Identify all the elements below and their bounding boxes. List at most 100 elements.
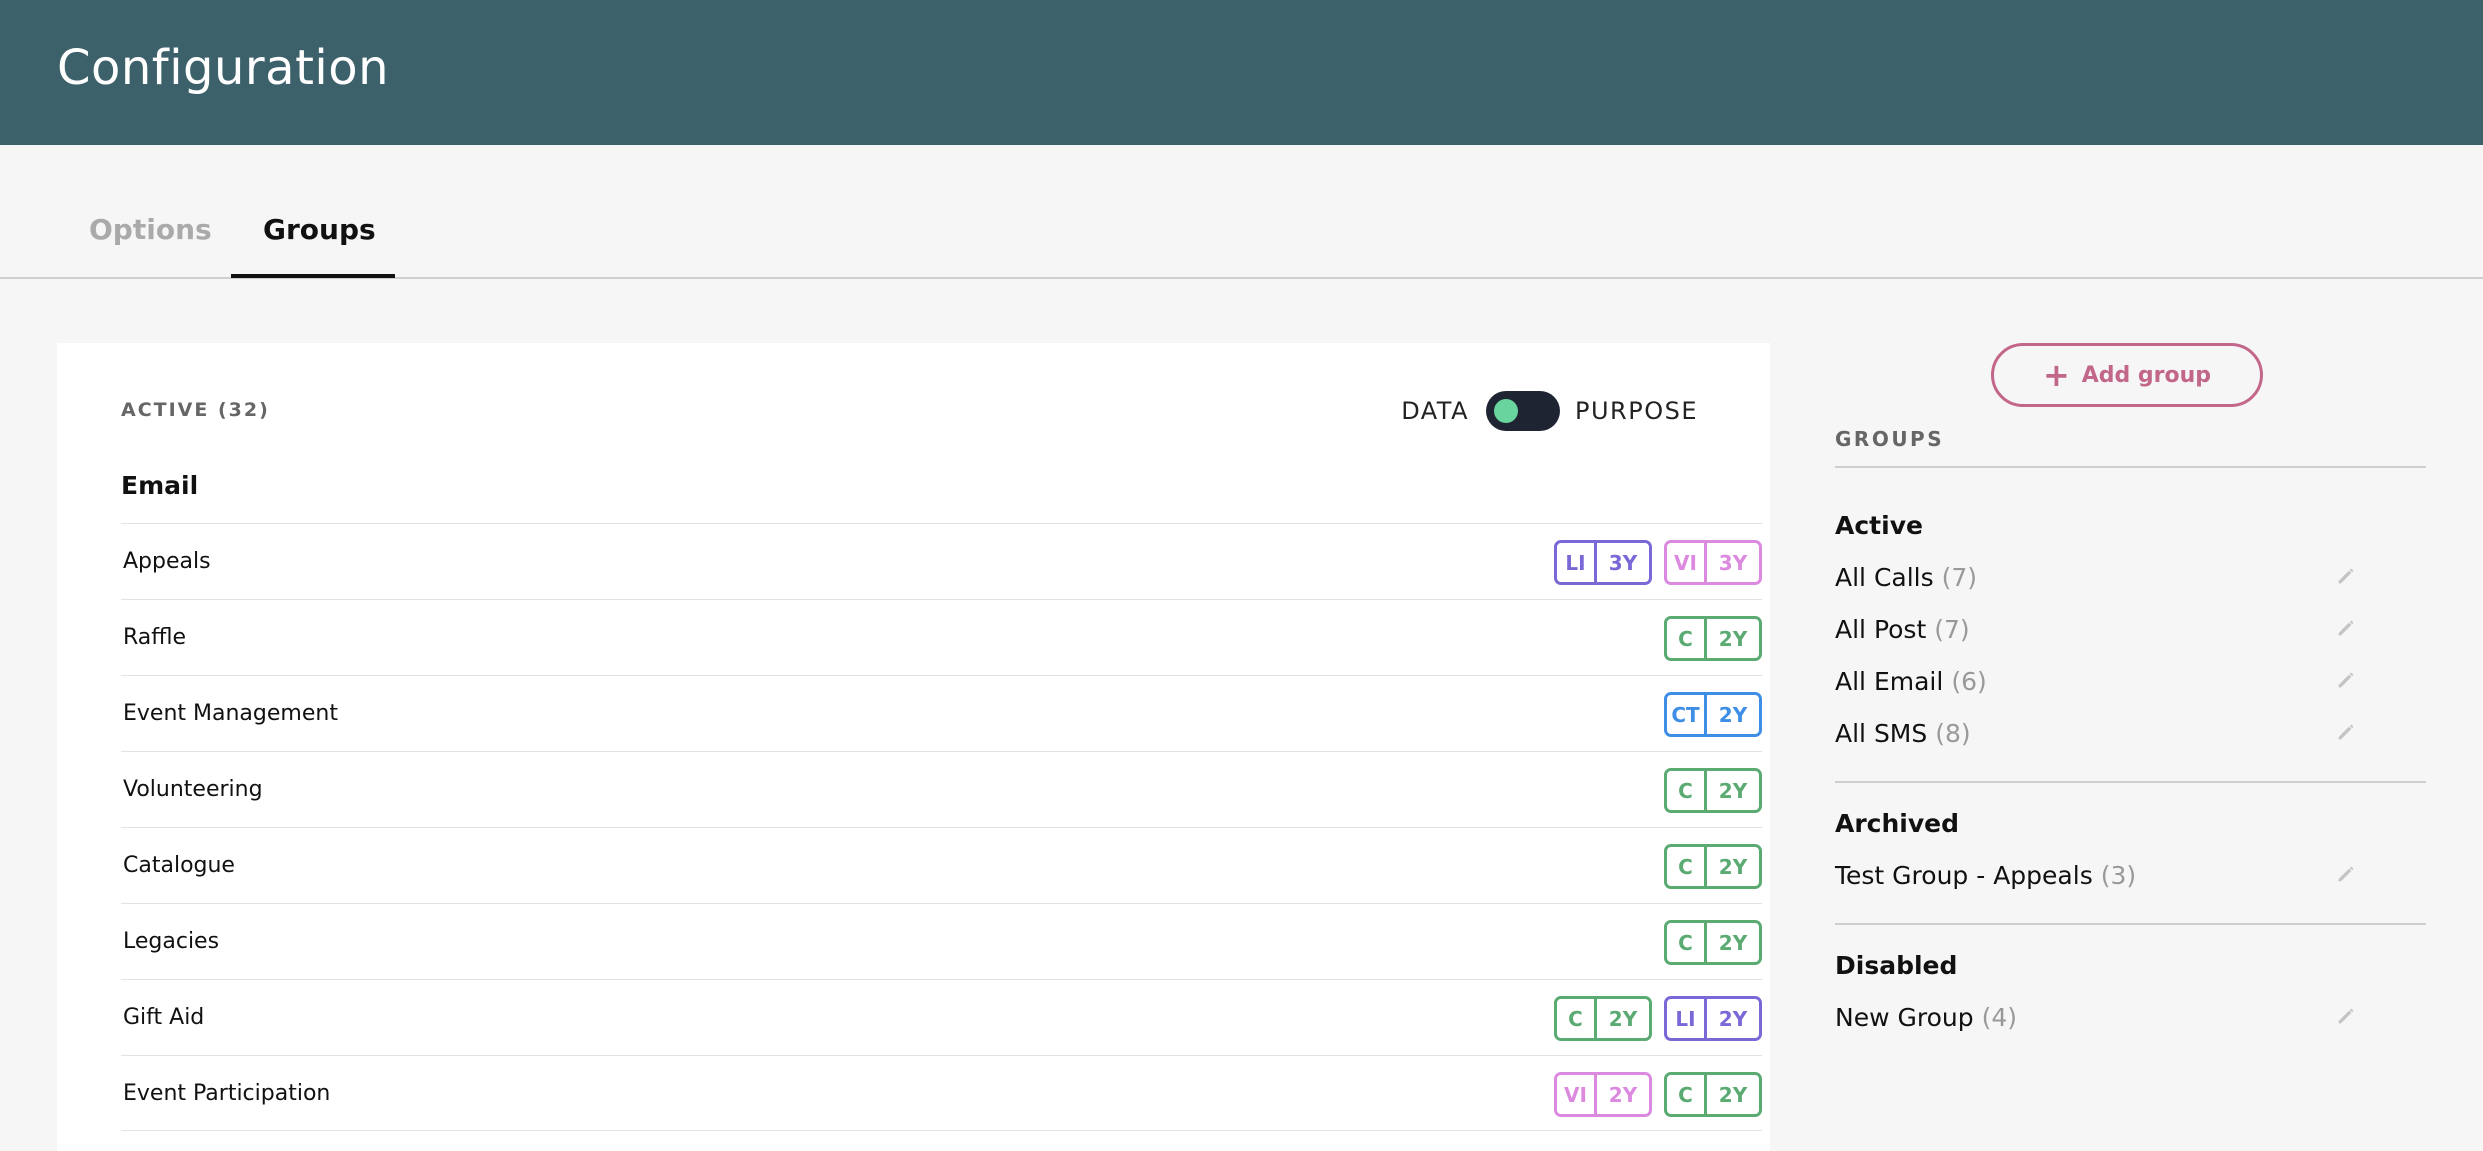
retention-badge: VI 2Y xyxy=(1554,1072,1652,1117)
retention-badge: C 2Y xyxy=(1664,1072,1762,1117)
page-title: Configuration xyxy=(57,40,390,96)
group-name: All SMS xyxy=(1835,718,1928,748)
retention-badges: VI 2Y C 2Y xyxy=(1554,1072,1762,1117)
retention-badge: C 2Y xyxy=(1664,844,1762,889)
retention-period: 2Y xyxy=(1718,930,1748,955)
consent-row-name: Volunteering xyxy=(123,777,263,802)
retention-period: 3Y xyxy=(1718,550,1748,575)
pencil-icon[interactable] xyxy=(2335,862,2361,888)
retention-badges: C 2Y xyxy=(1664,920,1762,965)
retention-period: 2Y xyxy=(1718,626,1748,651)
basis-code: VI xyxy=(1667,543,1707,582)
basis-code: C xyxy=(1667,619,1707,658)
basis-code: C xyxy=(1557,999,1597,1038)
retention-badges: C 2Y xyxy=(1664,616,1762,661)
retention-badges: LI 3Y VI 3Y xyxy=(1554,540,1762,585)
retention-badge: VI 3Y xyxy=(1664,540,1762,585)
retention-badge: LI 3Y xyxy=(1554,540,1652,585)
consent-row[interactable]: Appeals LI 3Y VI 3Y xyxy=(121,523,1762,599)
retention-badges: C 2Y LI 2Y xyxy=(1554,996,1762,1041)
consent-row-name: Raffle xyxy=(123,625,187,650)
group-name: All Email xyxy=(1835,666,1944,696)
group-name: All Calls xyxy=(1835,562,1934,592)
retention-badge: C 2Y xyxy=(1664,920,1762,965)
basis-code: C xyxy=(1667,847,1707,886)
section-heading: Archived xyxy=(1835,809,1960,838)
consent-row[interactable]: Catalogue C 2Y xyxy=(121,827,1762,903)
plus-icon: + xyxy=(2042,356,2070,394)
consent-row-name: Gift Aid xyxy=(123,1005,205,1030)
data-purpose-toggle[interactable] xyxy=(1486,391,1561,431)
consent-row[interactable]: Legacies C 2Y xyxy=(121,903,1762,979)
active-count-label: ACTIVE (32) xyxy=(121,399,270,421)
basis-code: CT xyxy=(1667,695,1707,734)
add-group-button[interactable]: + Add group xyxy=(1991,343,2263,407)
basis-code: C xyxy=(1667,923,1707,962)
consent-row[interactable]: Event Participation VI 2Y C 2Y xyxy=(121,1055,1762,1131)
basis-code: C xyxy=(1667,1075,1707,1114)
tab-bar: Options Groups xyxy=(0,145,2483,279)
group-item[interactable]: All SMS (8) xyxy=(1835,707,2426,759)
group-item[interactable]: New Group (4) xyxy=(1835,991,2426,1043)
group-count: (4) xyxy=(1981,1002,2018,1032)
section-heading: Disabled xyxy=(1835,951,1958,980)
retention-period: 3Y xyxy=(1608,550,1638,575)
groups-section-archived: Archived Test Group - Appeals (3) xyxy=(1835,809,2426,901)
basis-code: VI xyxy=(1557,1075,1597,1114)
group-name: Test Group - Appeals xyxy=(1835,860,2093,890)
group-count: (7) xyxy=(1941,562,1978,592)
pencil-icon[interactable] xyxy=(2335,616,2361,642)
group-name: New Group xyxy=(1835,1002,1974,1032)
add-group-label: Add group xyxy=(2081,362,2212,388)
consent-row[interactable]: Event Management CT 2Y xyxy=(121,675,1762,751)
divider xyxy=(1835,466,2426,468)
retention-period: 2Y xyxy=(1718,854,1748,879)
group-item[interactable]: Test Group - Appeals (3) xyxy=(1835,849,2426,901)
consent-row[interactable]: Gift Aid C 2Y LI 2Y xyxy=(121,979,1762,1055)
retention-period: 2Y xyxy=(1718,1082,1748,1107)
group-name: All Post xyxy=(1835,614,1927,644)
consent-row-name: Legacies xyxy=(123,929,220,954)
group-item[interactable]: All Email (6) xyxy=(1835,655,2426,707)
retention-period: 2Y xyxy=(1608,1006,1638,1031)
basis-code: LI xyxy=(1557,543,1597,582)
pencil-icon[interactable] xyxy=(2335,1004,2361,1030)
retention-badges: C 2Y xyxy=(1664,768,1762,813)
tab-groups[interactable]: Groups xyxy=(263,213,376,246)
divider xyxy=(1835,923,2426,925)
data-purpose-switch: DATA PURPOSE xyxy=(1401,391,1698,431)
retention-badge: LI 2Y xyxy=(1664,996,1762,1041)
consent-row[interactable]: Raffle C 2Y xyxy=(121,599,1762,675)
tab-options[interactable]: Options xyxy=(89,213,212,246)
group-count: (7) xyxy=(1934,614,1970,644)
group-count: (8) xyxy=(1935,718,1971,748)
retention-badges: C 2Y xyxy=(1664,844,1762,889)
retention-badge: C 2Y xyxy=(1554,996,1652,1041)
groups-section-disabled: Disabled New Group (4) xyxy=(1835,951,2426,1043)
retention-period: 2Y xyxy=(1718,1006,1748,1031)
toggle-label-data: DATA xyxy=(1401,397,1470,425)
group-item[interactable]: All Calls (7) xyxy=(1835,551,2426,603)
consent-list-card: ACTIVE (32) DATA PURPOSE Email Appeals LI… xyxy=(57,343,1770,1151)
divider xyxy=(1835,781,2426,783)
retention-period: 2Y xyxy=(1608,1082,1638,1107)
group-item[interactable]: All Post (7) xyxy=(1835,603,2426,655)
basis-code: C xyxy=(1667,771,1707,810)
groups-heading: GROUPS xyxy=(1835,427,1945,451)
consent-row[interactable]: Volunteering C 2Y xyxy=(121,751,1762,827)
pencil-icon[interactable] xyxy=(2335,564,2361,590)
retention-badges: CT 2Y xyxy=(1664,692,1762,737)
consent-row-name: Catalogue xyxy=(123,853,235,878)
basis-code: LI xyxy=(1667,999,1707,1038)
consent-row-name: Event Management xyxy=(123,701,338,726)
retention-badge: C 2Y xyxy=(1664,616,1762,661)
pencil-icon[interactable] xyxy=(2335,668,2361,694)
active-tab-indicator xyxy=(231,274,395,278)
group-count: (6) xyxy=(1951,666,1987,696)
pencil-icon[interactable] xyxy=(2335,720,2361,746)
consent-rows: Appeals LI 3Y VI 3Y Raffle C 2Y Event Management… xyxy=(121,523,1762,1131)
app-header: Configuration xyxy=(0,0,2483,145)
section-title-email: Email xyxy=(121,471,199,500)
consent-row-name: Appeals xyxy=(123,549,211,574)
retention-period: 2Y xyxy=(1718,778,1748,803)
